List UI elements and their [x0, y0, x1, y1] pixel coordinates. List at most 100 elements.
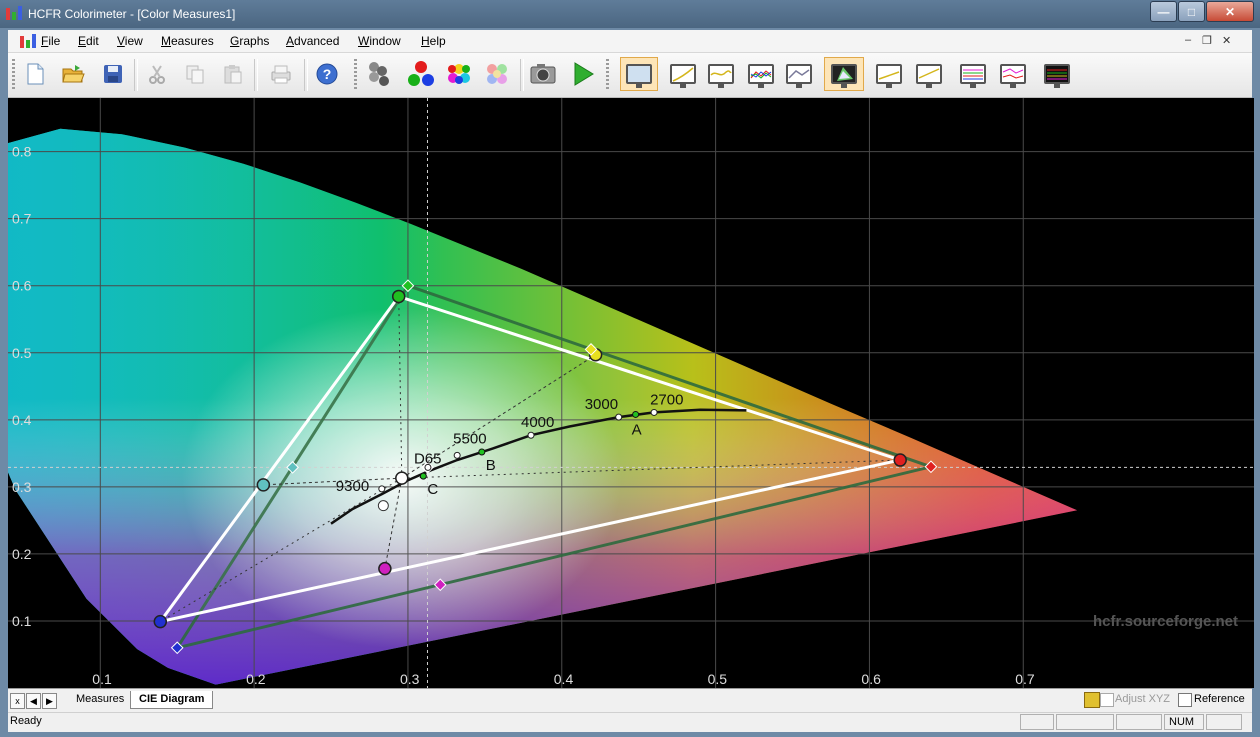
tab-scroll-right-button[interactable]: ▶	[42, 693, 57, 709]
window-title: HCFR Colorimeter - [Color Measures1]	[28, 7, 236, 21]
adjust-xyz-checkbox[interactable]	[1100, 693, 1114, 707]
measures-view-icon[interactable]	[620, 57, 658, 91]
menu-window[interactable]: Window	[358, 34, 401, 48]
x-tick-label: 0.6	[861, 671, 881, 687]
y-tick-label: 0.5	[12, 345, 32, 361]
x-tick-label: 0.4	[554, 671, 574, 687]
reference-checkbox[interactable]	[1178, 693, 1192, 707]
menu-bar: File Edit View Measures Graphs Advanced …	[8, 30, 1252, 53]
tab-cie-diagram[interactable]: CIE Diagram	[130, 691, 214, 709]
open-icon[interactable]	[58, 59, 88, 89]
cct-label: 4000	[521, 414, 554, 431]
toolbar-grip[interactable]	[354, 59, 357, 91]
illuminant-label: C	[427, 481, 438, 498]
copy-icon[interactable]	[180, 59, 210, 89]
help-icon[interactable]: ?	[312, 59, 342, 89]
toolbar-separator	[304, 59, 308, 91]
tab-measures[interactable]: Measures	[68, 691, 132, 709]
svg-text:?: ?	[323, 66, 332, 82]
x-tick-label: 0.3	[400, 671, 420, 687]
mdi-restore-button[interactable]: ❐	[1202, 34, 1212, 47]
menu-view[interactable]: View	[117, 34, 143, 48]
tab-bar: x ◀ ▶ Measures CIE Diagram Adjust XYZ Re…	[8, 688, 1252, 713]
x-tick-label: 0.2	[246, 671, 266, 687]
print-icon[interactable]	[266, 59, 296, 89]
cct-label: 9300	[336, 478, 369, 495]
y-tick-label: 0.2	[12, 546, 32, 562]
toolbar: ?	[8, 53, 1252, 98]
illuminant-label: A	[632, 421, 642, 438]
close-button[interactable]: ✕	[1206, 1, 1254, 22]
illuminant-marker	[478, 448, 486, 456]
minimize-button[interactable]: —	[1150, 1, 1177, 22]
measured-red-point	[893, 453, 907, 467]
saturation-shift-graph-icon[interactable]	[996, 59, 1030, 89]
color-temp-graph-icon[interactable]	[782, 59, 816, 89]
cct-label: 3000	[585, 396, 618, 413]
menu-help[interactable]: Help	[421, 34, 446, 48]
measured-white-point	[395, 471, 409, 485]
rgb-measures-icon[interactable]	[406, 59, 436, 89]
illuminant-marker	[419, 472, 427, 480]
document-icon[interactable]	[20, 34, 36, 48]
cct-label: 5500	[453, 430, 486, 447]
illuminant-label: B	[486, 457, 496, 474]
run-icon[interactable]	[568, 59, 598, 89]
toolbar-grip[interactable]	[606, 59, 609, 91]
toolbar-separator	[520, 59, 524, 91]
menu-advanced[interactable]: Advanced	[286, 34, 339, 48]
cie-diagram-graph-icon[interactable]	[824, 57, 864, 91]
menu-file[interactable]: File	[41, 34, 60, 48]
paste-icon[interactable]	[218, 59, 248, 89]
luminance-graph-icon[interactable]	[666, 59, 700, 89]
saturation-luminance-graph-icon[interactable]	[956, 59, 990, 89]
save-icon[interactable]	[98, 59, 128, 89]
x-tick-label: 0.1	[92, 671, 112, 687]
y-tick-label: 0.1	[12, 613, 32, 629]
near-white-graph-icon[interactable]	[912, 59, 946, 89]
gamma-graph-icon[interactable]	[704, 59, 738, 89]
menu-measures[interactable]: Measures	[161, 34, 214, 48]
rgb-levels-graph-icon[interactable]	[744, 59, 778, 89]
near-black-graph-icon[interactable]	[872, 59, 906, 89]
status-cell-2	[1056, 714, 1114, 730]
color-checker-graph-icon[interactable]	[1040, 59, 1074, 89]
cie-diagram-svg[interactable]: 0.1 0.2 0.3 0.4 0.5 0.6 0.7 0.1 0.2 0.3 0.4 0.5 0.6 0…	[8, 98, 1254, 688]
menu-graphs[interactable]: Graphs	[230, 34, 269, 48]
capture-icon[interactable]	[528, 59, 558, 89]
title-bar: HCFR Colorimeter - [Color Measures1] — □…	[0, 0, 1260, 28]
y-tick-label: 0.8	[12, 144, 32, 160]
cie-diagram-chart[interactable]: 0.1 0.2 0.3 0.4 0.5 0.6 0.7 0.1 0.2 0.3 0.4 0.5 0.6 0…	[8, 98, 1254, 688]
status-bar: Ready NUM	[8, 712, 1252, 732]
adjust-xyz-label: Adjust XYZ	[1115, 693, 1171, 705]
cct-label: D65	[414, 450, 442, 467]
status-cell-1	[1020, 714, 1054, 730]
tab-scroll-left-button[interactable]: ◀	[26, 693, 41, 709]
toolbar-separator	[254, 59, 258, 91]
hcfr-app-icon	[6, 6, 22, 20]
status-num: NUM	[1164, 714, 1204, 730]
cct-label: 2700	[650, 391, 683, 408]
watermark: hcfr.sourceforge.net	[1093, 613, 1238, 630]
maximize-button[interactable]: □	[1178, 1, 1205, 22]
x-tick-label: 0.5	[708, 671, 728, 687]
cct-marker	[650, 408, 658, 416]
toolbar-grip[interactable]	[12, 59, 15, 91]
measured-cyan-point	[256, 478, 271, 492]
measured-green-point	[391, 289, 406, 304]
toolbar-separator	[134, 59, 138, 91]
mdi-minimize-button[interactable]: –	[1185, 34, 1191, 46]
color-measures-icon[interactable]	[444, 59, 474, 89]
status-cell-5	[1206, 714, 1242, 730]
x-tick-label: 0.7	[1015, 671, 1035, 687]
measured-magenta-point	[378, 561, 392, 576]
mdi-close-button[interactable]: ✕	[1222, 34, 1231, 47]
saturation-measures-icon[interactable]	[482, 59, 512, 89]
new-icon[interactable]	[20, 59, 50, 89]
reference-label: Reference	[1194, 693, 1245, 705]
tab-close-button[interactable]: x	[10, 693, 25, 709]
sensor-icon[interactable]	[364, 59, 394, 89]
cut-icon[interactable]	[142, 59, 172, 89]
menu-edit[interactable]: Edit	[78, 34, 99, 48]
cct-marker	[527, 431, 535, 439]
